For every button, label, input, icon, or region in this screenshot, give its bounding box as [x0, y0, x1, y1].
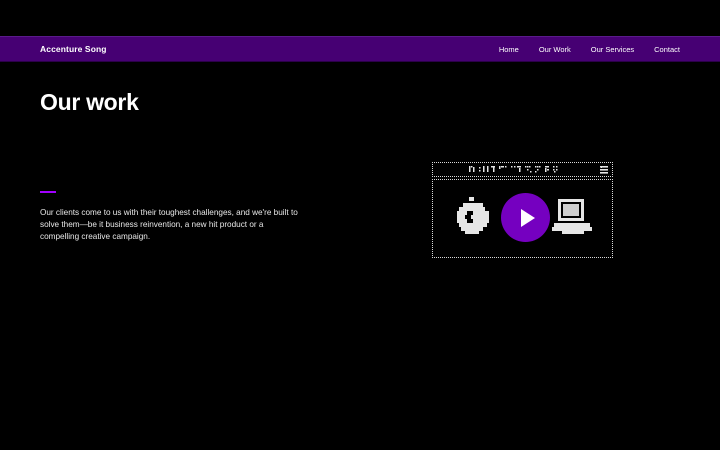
intro-paragraph: Our clients come to us with their toughe… [40, 208, 298, 241]
nav-links: Home Our Work Our Services Contact [499, 45, 680, 54]
play-icon [520, 208, 535, 227]
nav-link-contact[interactable]: Contact [654, 45, 680, 54]
brand-logo-link[interactable]: Accenture Song [40, 44, 107, 54]
accent-divider [40, 191, 56, 193]
pixel-menu-icon[interactable] [600, 166, 608, 174]
nav-link-our-services[interactable]: Our Services [591, 45, 634, 54]
pixel-title-decoration-icon [469, 166, 558, 173]
play-button[interactable] [501, 193, 550, 242]
page-title: Our work [40, 89, 139, 115]
video-preview[interactable] [432, 179, 613, 258]
video-player[interactable] [432, 162, 613, 258]
nav-link-home[interactable]: Home [499, 45, 519, 54]
pixel-computer-icon [552, 199, 592, 234]
nav-link-our-work[interactable]: Our Work [539, 45, 571, 54]
video-title-bar [432, 162, 613, 177]
pixel-apple-icon [457, 197, 489, 234]
top-navigation-bar: Accenture Song Home Our Work Our Service… [0, 36, 720, 62]
